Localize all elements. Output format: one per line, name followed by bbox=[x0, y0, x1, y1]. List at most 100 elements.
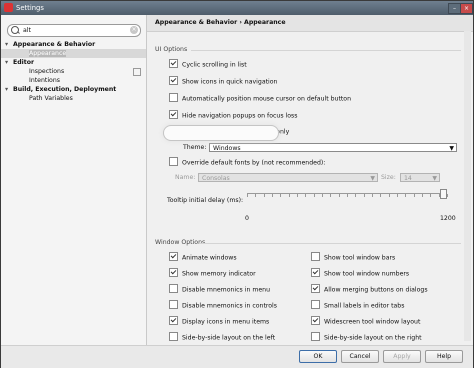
ui-options-title: UI Options bbox=[155, 46, 188, 53]
slider-tick bbox=[347, 194, 348, 197]
checkbox-label: Display icons in menu items bbox=[182, 318, 270, 326]
checkbox-label: Side-by-side layout on the right bbox=[324, 334, 422, 342]
unchecked-box bbox=[169, 300, 178, 309]
search-highlight bbox=[163, 125, 279, 141]
tree-item-label: Editor bbox=[13, 59, 35, 66]
slider-tick bbox=[322, 194, 323, 197]
unchecked-box bbox=[169, 284, 178, 293]
slider-tick bbox=[280, 194, 282, 197]
help-button[interactable]: Help bbox=[425, 350, 463, 363]
tree-item[interactable]: Inspections bbox=[1, 67, 146, 76]
tree-item[interactable]: ▾ Editor bbox=[1, 58, 146, 67]
window-option-checkbox[interactable]: Allow merging buttons on dialogs bbox=[311, 284, 428, 294]
tooltip-min-label: 0 bbox=[245, 215, 249, 222]
search-input[interactable]: alt × bbox=[7, 24, 141, 37]
checkbox-label: Show memory indicator bbox=[182, 270, 256, 278]
tree-item[interactable]: Intentions bbox=[1, 76, 146, 85]
dialog-button-bar: OK Cancel Apply Help bbox=[1, 345, 473, 368]
theme-label: Theme: bbox=[183, 144, 207, 151]
tree-item-label: Appearance & Behavior bbox=[13, 41, 96, 48]
tree-item[interactable]: ▾ Build, Execution, Deployment bbox=[1, 85, 146, 94]
window-option-checkbox[interactable]: Show tool window bars bbox=[311, 252, 395, 262]
window-option-checkbox[interactable]: Widescreen tool window layout bbox=[311, 316, 421, 326]
expand-arrow-icon[interactable]: ▾ bbox=[5, 85, 13, 94]
breadcrumb: Appearance & Behavior › Appearance bbox=[147, 15, 473, 32]
checkbox-label: Disable mnemonics in controls bbox=[182, 302, 277, 310]
tree-item-label: Path Variables bbox=[29, 95, 73, 102]
search-icon bbox=[11, 26, 19, 34]
font-name-select[interactable]: Consolas ▼ bbox=[198, 173, 378, 182]
override-fonts-box bbox=[169, 157, 178, 166]
slider-tick bbox=[380, 194, 382, 197]
checked-box bbox=[169, 252, 178, 261]
checked-box bbox=[169, 76, 178, 85]
tree-item-label: Inspections bbox=[29, 68, 65, 75]
chevron-down-icon: ▼ bbox=[370, 175, 375, 182]
tooltip-delay-slider[interactable] bbox=[247, 189, 448, 199]
checkbox-label: Cyclic scrolling in list bbox=[182, 61, 247, 69]
settings-tree-panel: alt × ▾ Appearance & Behavior Appearance ▾ E… bbox=[1, 15, 147, 345]
tree-item[interactable]: Path Variables bbox=[1, 94, 146, 103]
override-fonts-checkbox[interactable]: Override default fonts by (not recommend… bbox=[169, 157, 326, 167]
close-button[interactable]: × bbox=[460, 3, 473, 14]
window-option-checkbox[interactable]: Small labels in editor tabs bbox=[311, 300, 405, 310]
unchecked-box bbox=[169, 332, 178, 341]
expand-arrow-icon[interactable]: ▾ bbox=[5, 40, 13, 49]
checked-box bbox=[311, 316, 320, 325]
font-size-value: 14 bbox=[404, 175, 412, 182]
ui-option-checkbox[interactable]: Hide navigation popups on focus loss bbox=[169, 110, 298, 120]
slider-tick bbox=[313, 194, 315, 197]
cancel-button[interactable]: Cancel bbox=[341, 350, 379, 363]
window-option-checkbox[interactable]: Animate windows bbox=[169, 252, 237, 262]
vertical-scrollbar[interactable] bbox=[464, 31, 471, 341]
clear-search-icon[interactable]: × bbox=[130, 26, 138, 34]
checked-box bbox=[169, 110, 178, 119]
divider bbox=[191, 50, 461, 51]
window-options-title: Window Options bbox=[155, 239, 206, 246]
slider-tick bbox=[255, 194, 257, 197]
slider-tick bbox=[297, 194, 298, 197]
checkbox-label: Widescreen tool window layout bbox=[324, 318, 421, 326]
window-option-checkbox[interactable]: Display icons in menu items bbox=[169, 316, 270, 326]
tree-item[interactable]: Appearance bbox=[1, 49, 146, 58]
window-option-checkbox[interactable]: Disable mnemonics in controls bbox=[169, 300, 277, 310]
ok-button[interactable]: OK bbox=[299, 350, 337, 363]
window-option-checkbox[interactable]: Side-by-side layout on the right bbox=[311, 332, 422, 342]
checked-box bbox=[311, 268, 320, 277]
slider-thumb[interactable] bbox=[440, 189, 447, 199]
checkbox-label: Small labels in editor tabs bbox=[324, 302, 405, 310]
search-value: alt bbox=[23, 27, 31, 34]
slider-tick bbox=[338, 194, 340, 197]
window-option-checkbox[interactable]: Show memory indicator bbox=[169, 268, 256, 278]
ui-option-checkbox[interactable]: Automatically position mouse cursor on d… bbox=[169, 93, 351, 103]
window-option-checkbox[interactable]: Side-by-side layout on the left bbox=[169, 332, 276, 342]
checked-box bbox=[311, 284, 320, 293]
tooltip-delay-label: Tooltip initial delay (ms): bbox=[167, 197, 244, 204]
tree-item-label: Build, Execution, Deployment bbox=[13, 86, 117, 93]
ui-option-checkbox[interactable]: Cyclic scrolling in list bbox=[169, 59, 247, 69]
tree-item[interactable]: ▾ Appearance & Behavior bbox=[1, 40, 146, 49]
slider-tick bbox=[330, 194, 332, 197]
slider-tick bbox=[397, 194, 398, 197]
override-fonts-label: Override default fonts by (not recommend… bbox=[182, 159, 326, 167]
checkbox-label: Disable mnemonics in menu bbox=[182, 286, 271, 294]
app-icon bbox=[4, 3, 13, 12]
window-option-checkbox[interactable]: Show tool window numbers bbox=[311, 268, 410, 278]
theme-select[interactable]: Windows ▼ bbox=[209, 143, 457, 152]
settings-window: Settings – × alt × ▾ Appearance & Behavio… bbox=[0, 0, 474, 368]
chevron-down-icon: ▼ bbox=[432, 175, 437, 182]
window-option-checkbox[interactable]: Disable mnemonics in menu bbox=[169, 284, 271, 294]
slider-tick bbox=[355, 194, 357, 197]
slider-tick bbox=[413, 194, 415, 197]
apply-button[interactable]: Apply bbox=[383, 350, 421, 363]
expand-arrow-icon[interactable]: ▾ bbox=[5, 58, 13, 67]
slider-tick bbox=[388, 194, 390, 197]
checkbox-label: Side-by-side layout on the left bbox=[182, 334, 276, 342]
tooltip-max-label: 1200 bbox=[440, 215, 456, 222]
checkbox-label: Show tool window numbers bbox=[324, 270, 410, 278]
slider-tick bbox=[288, 194, 290, 197]
unchecked-box bbox=[311, 300, 320, 309]
tree-item-label: Appearance bbox=[29, 50, 67, 57]
font-size-select[interactable]: 14 ▼ bbox=[400, 173, 440, 182]
ui-option-checkbox[interactable]: Show icons in quick navigation bbox=[169, 76, 277, 86]
